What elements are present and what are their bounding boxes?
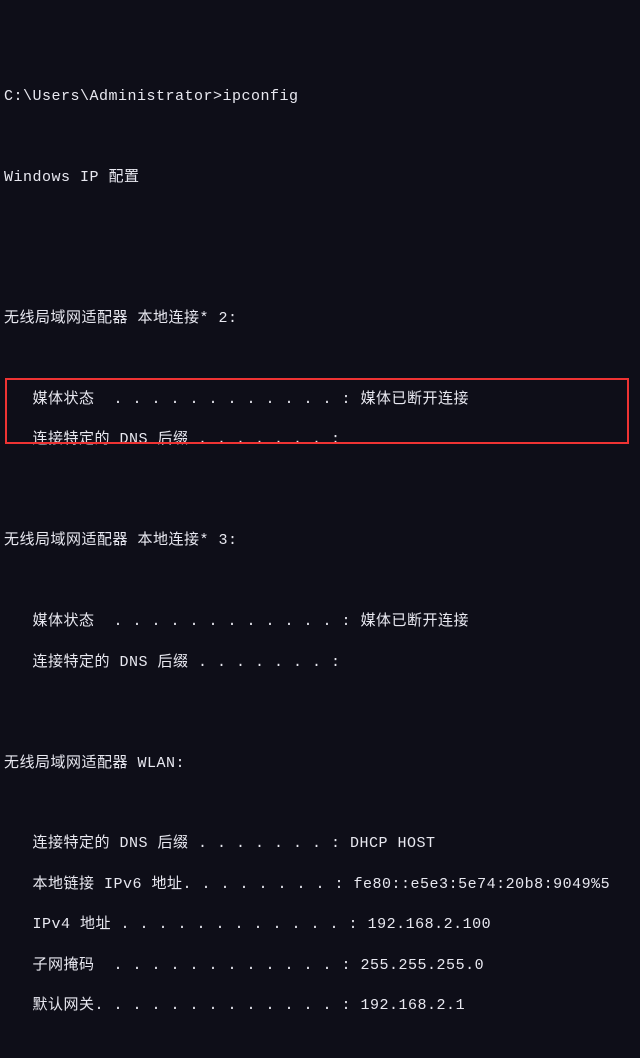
field-label: 默认网关. . . . . . . . . . . . . :	[4, 997, 351, 1014]
output-line: 连接特定的 DNS 后缀 . . . . . . . : DHCP HOST	[4, 834, 638, 854]
field-value: 192.168.2.100	[358, 916, 491, 933]
field-label: 媒体状态 . . . . . . . . . . . . :	[4, 613, 351, 630]
output-line: 媒体状态 . . . . . . . . . . . . : 媒体已断开连接	[4, 390, 638, 410]
output-line: 连接特定的 DNS 后缀 . . . . . . . :	[4, 653, 638, 673]
field-value: DHCP HOST	[341, 835, 436, 852]
field-value: 255.255.255.0	[351, 957, 484, 974]
output-line: 子网掩码 . . . . . . . . . . . . : 255.255.2…	[4, 956, 638, 976]
field-value: 媒体已断开连接	[351, 391, 469, 408]
command-text: ipconfig	[223, 88, 299, 105]
field-label: 连接特定的 DNS 后缀 . . . . . . . :	[4, 654, 341, 671]
output-line: 连接特定的 DNS 后缀 . . . . . . . :	[4, 430, 638, 450]
field-label: 本地链接 IPv6 地址. . . . . . . . :	[4, 876, 344, 893]
prompt-path: C:\Users\Administrator>	[4, 88, 223, 105]
prompt-line[interactable]: C:\Users\Administrator>ipconfig	[4, 87, 638, 107]
output-line: 媒体状态 . . . . . . . . . . . . : 媒体已断开连接	[4, 612, 638, 632]
output-header: Windows IP 配置	[4, 168, 638, 188]
adapter-title: 无线局域网适配器 WLAN:	[4, 754, 638, 774]
output-line: IPv4 地址 . . . . . . . . . . . . : 192.16…	[4, 915, 638, 935]
output-line: 默认网关. . . . . . . . . . . . . : 192.168.…	[4, 996, 638, 1016]
output-line: 本地链接 IPv6 地址. . . . . . . . : fe80::e5e3…	[4, 875, 638, 895]
adapter-title: 无线局域网适配器 本地连接* 3:	[4, 531, 638, 551]
field-label: 连接特定的 DNS 后缀 . . . . . . . :	[4, 835, 341, 852]
field-label: IPv4 地址 . . . . . . . . . . . . :	[4, 916, 358, 933]
field-value: 192.168.2.1	[351, 997, 465, 1014]
field-value: 媒体已断开连接	[351, 613, 469, 630]
field-value: fe80::e5e3:5e74:20b8:9049%5	[344, 876, 610, 893]
field-label: 连接特定的 DNS 后缀 . . . . . . . :	[4, 431, 341, 448]
field-label: 媒体状态 . . . . . . . . . . . . :	[4, 391, 351, 408]
adapter-title: 无线局域网适配器 本地连接* 2:	[4, 309, 638, 329]
field-label: 子网掩码 . . . . . . . . . . . . :	[4, 957, 351, 974]
